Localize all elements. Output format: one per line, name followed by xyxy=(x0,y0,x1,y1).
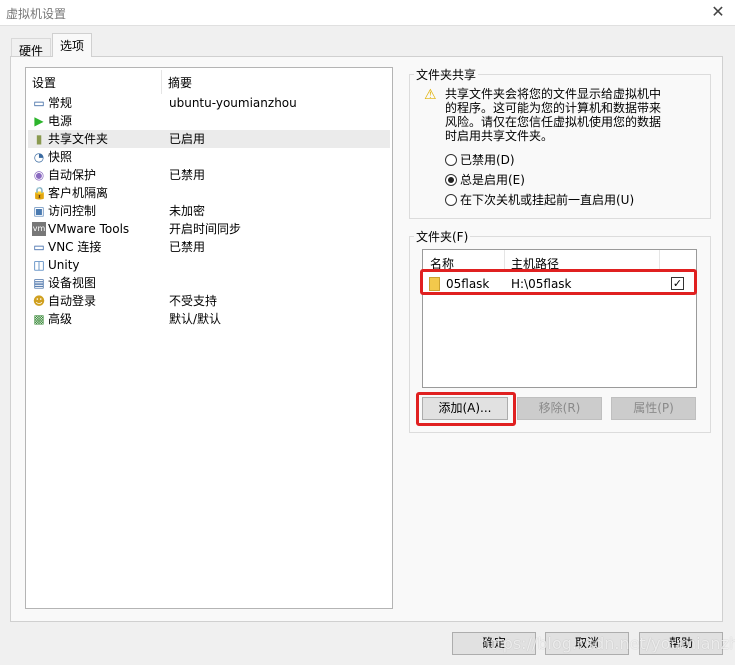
autoprotect-icon: ◉ xyxy=(33,168,45,182)
highlight-box xyxy=(416,392,516,426)
settings-item[interactable]: ▩ 高级 默认/默认 xyxy=(28,310,390,328)
settings-item[interactable]: ▤ 设备视图 xyxy=(28,274,390,292)
snapshot-icon: ◔ xyxy=(33,150,45,164)
warning-line: 时启用共享文件夹。 xyxy=(445,129,554,143)
column-divider xyxy=(161,70,162,94)
device-view-icon: ▤ xyxy=(33,276,45,290)
column-header-setting[interactable]: 设置 xyxy=(32,74,56,92)
radio-label: 已禁用(D) xyxy=(460,153,515,167)
advanced-icon: ▩ xyxy=(33,312,45,326)
close-icon[interactable]: ✕ xyxy=(708,2,728,22)
settings-item-name: 自动登录 xyxy=(48,294,97,308)
settings-item-summary: 开启时间同步 xyxy=(169,222,242,236)
warning-line: 的程序。这可能为您的计算机和数据带来 xyxy=(445,101,662,115)
settings-item-summary: 已禁用 xyxy=(169,168,206,182)
title-bar xyxy=(0,0,735,26)
settings-item-summary: 不受支持 xyxy=(169,294,218,308)
unity-icon: ◫ xyxy=(33,258,45,272)
settings-item[interactable]: vm VMware Tools 开启时间同步 xyxy=(28,220,390,238)
settings-item[interactable]: ▶ 电源 xyxy=(28,112,390,130)
radio-always-enabled[interactable]: 总是启用(E) xyxy=(445,171,525,188)
warning-icon: ⚠ xyxy=(424,87,437,103)
column-header-summary[interactable]: 摘要 xyxy=(168,74,192,92)
warning-line: 风险。请仅在您信任虚拟机使用您的数据 xyxy=(445,115,662,129)
highlight-box xyxy=(420,269,697,295)
lock-icon: 🔒 xyxy=(32,186,47,200)
settings-item-name: 快照 xyxy=(48,150,73,164)
settings-item-name: 常规 xyxy=(48,96,73,110)
settings-item[interactable]: ☻ 自动登录 不受支持 xyxy=(28,292,390,310)
settings-item-name: Unity xyxy=(48,258,80,272)
vm-icon: vm xyxy=(32,222,46,236)
settings-item[interactable]: ▭ VNC 连接 已禁用 xyxy=(28,238,390,256)
settings-item[interactable]: ◫ Unity xyxy=(28,256,390,274)
settings-list[interactable]: 设置 摘要 ▭ 常规 ubuntu-youmianzhou ▶ 电源 ▮ 共享文件夹 已启用 ◔… xyxy=(25,67,393,609)
settings-item-name: 自动保护 xyxy=(48,168,97,182)
play-icon: ▶ xyxy=(34,114,44,128)
column-divider xyxy=(659,250,660,270)
settings-item-name: 访问控制 xyxy=(48,204,97,218)
vnc-icon: ▭ xyxy=(33,240,45,254)
folder-sharing-legend: 文件夹共享 xyxy=(414,66,479,83)
settings-item-name: VMware Tools xyxy=(48,222,130,236)
radio-until-poweroff[interactable]: 在下次关机或挂起前一直启用(U) xyxy=(445,191,634,208)
access-control-icon: ▣ xyxy=(33,204,45,218)
watermark: https://blog.csdn.net/youmianzhou xyxy=(480,634,735,653)
warning-line: 共享文件夹会将您的文件显示给虚拟机中 xyxy=(445,87,662,101)
warning-text: 共享文件夹会将您的文件显示给虚拟机中 的程序。这可能为您的计算机和数据带来 风险… xyxy=(445,87,661,143)
settings-item-name: VNC 连接 xyxy=(48,240,102,254)
properties-button[interactable]: 属性(P) xyxy=(611,397,696,420)
remove-button[interactable]: 移除(R) xyxy=(517,397,602,420)
settings-item-summary: 默认/默认 xyxy=(169,312,222,326)
monitor-icon: ▭ xyxy=(33,96,45,110)
settings-item[interactable]: ◔ 快照 xyxy=(28,148,390,166)
radio-button[interactable] xyxy=(445,174,457,186)
folders-legend: 文件夹(F) xyxy=(414,228,471,245)
settings-item-name: 设备视图 xyxy=(48,276,97,290)
settings-item[interactable]: ▭ 常规 ubuntu-youmianzhou xyxy=(28,94,390,112)
settings-item[interactable]: ◉ 自动保护 已禁用 xyxy=(28,166,390,184)
radio-disabled[interactable]: 已禁用(D) xyxy=(445,151,515,168)
tab-hardware[interactable]: 硬件 xyxy=(11,38,52,58)
radio-button[interactable] xyxy=(445,154,457,166)
shared-folder-icon: ▮ xyxy=(35,132,43,146)
settings-item[interactable]: ▣ 访问控制 未加密 xyxy=(28,202,390,220)
settings-item[interactable]: ▮ 共享文件夹 已启用 xyxy=(28,130,390,148)
settings-item-name: 高级 xyxy=(48,312,73,326)
tab-options[interactable]: 选项 xyxy=(52,33,93,57)
settings-item[interactable]: 🔒 客户机隔离 xyxy=(28,184,390,202)
radio-button[interactable] xyxy=(445,194,457,206)
settings-item-summary: 未加密 xyxy=(169,204,206,218)
settings-item-name: 电源 xyxy=(48,114,73,128)
settings-item-summary: 已启用 xyxy=(169,132,206,146)
radio-label: 在下次关机或挂起前一直启用(U) xyxy=(460,193,635,207)
settings-item-summary: ubuntu-youmianzhou xyxy=(169,96,297,110)
radio-label: 总是启用(E) xyxy=(460,173,525,187)
autologin-icon: ☻ xyxy=(32,294,46,308)
settings-item-summary: 已禁用 xyxy=(169,240,206,254)
column-divider xyxy=(504,250,505,270)
settings-item-name: 客户机隔离 xyxy=(48,186,109,200)
window-title: 虚拟机设置 xyxy=(6,7,67,21)
settings-item-name: 共享文件夹 xyxy=(48,132,109,146)
